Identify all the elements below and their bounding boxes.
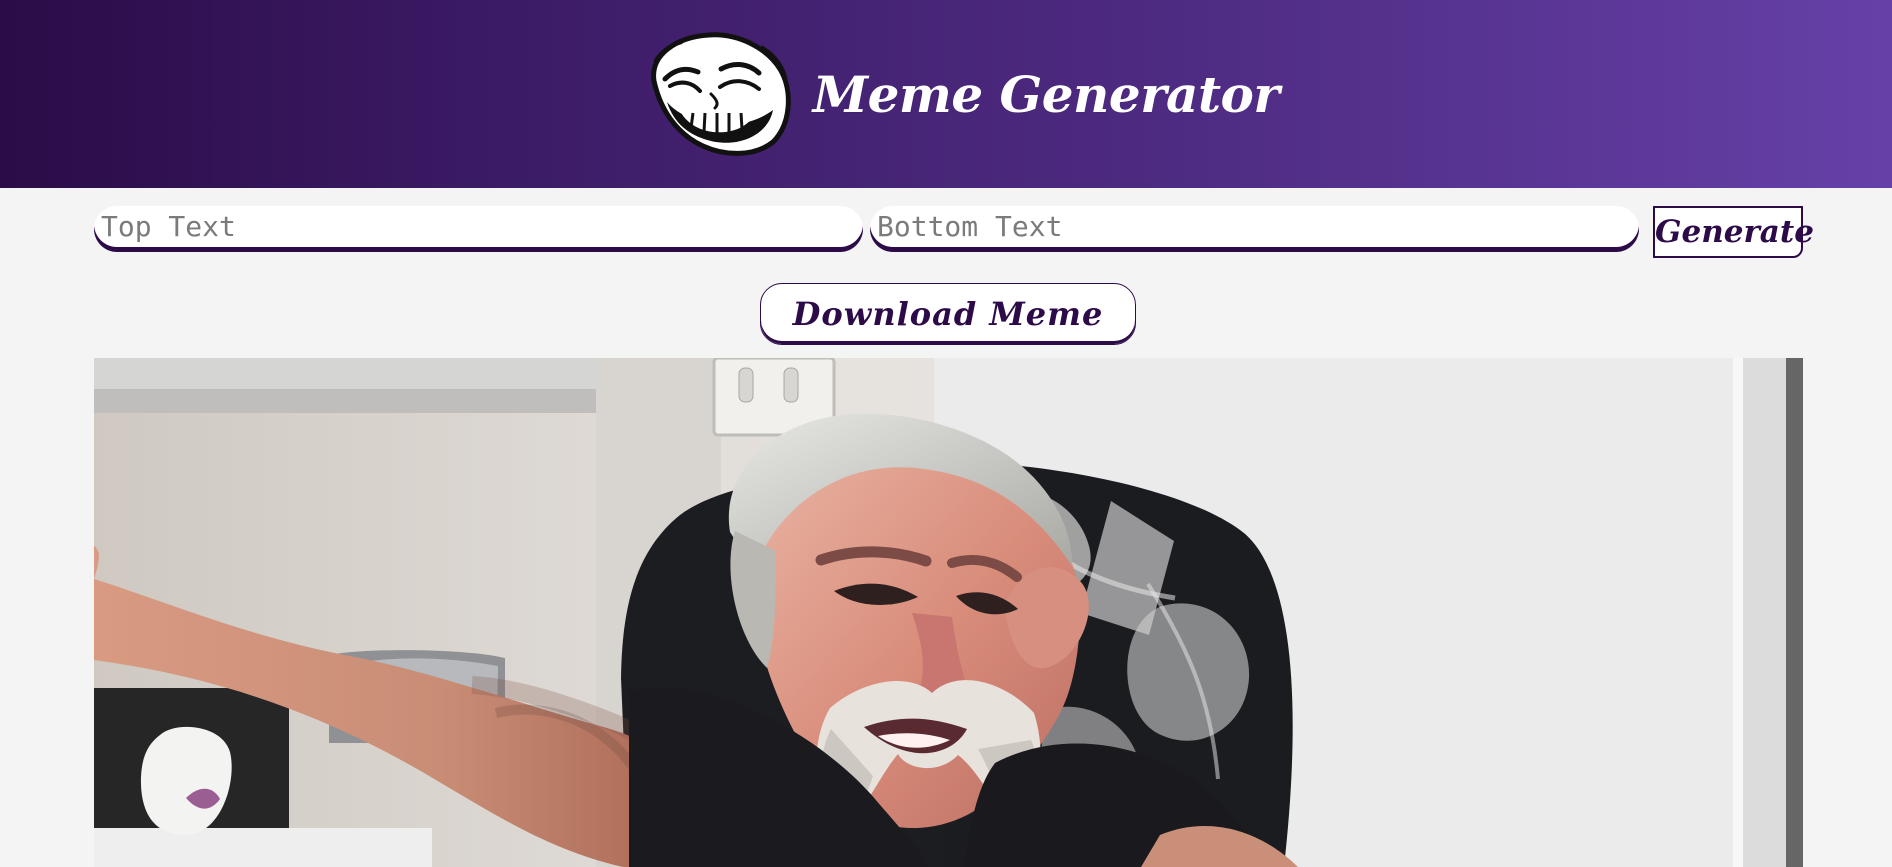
generate-button[interactable]: Generate	[1653, 206, 1814, 258]
app-header: Meme Generator	[0, 0, 1892, 188]
meme-image	[94, 358, 1803, 867]
app-title: Meme Generator	[812, 65, 1280, 124]
meme-text-controls: Generate	[94, 206, 1814, 258]
troll-face-icon	[650, 32, 791, 156]
download-meme-button[interactable]: Download Meme	[760, 283, 1136, 345]
bottom-text-input[interactable]	[870, 206, 1639, 252]
meme-photo-image	[94, 358, 1803, 867]
top-text-input[interactable]	[94, 206, 863, 252]
brand: Meme Generator	[643, 31, 1280, 157]
